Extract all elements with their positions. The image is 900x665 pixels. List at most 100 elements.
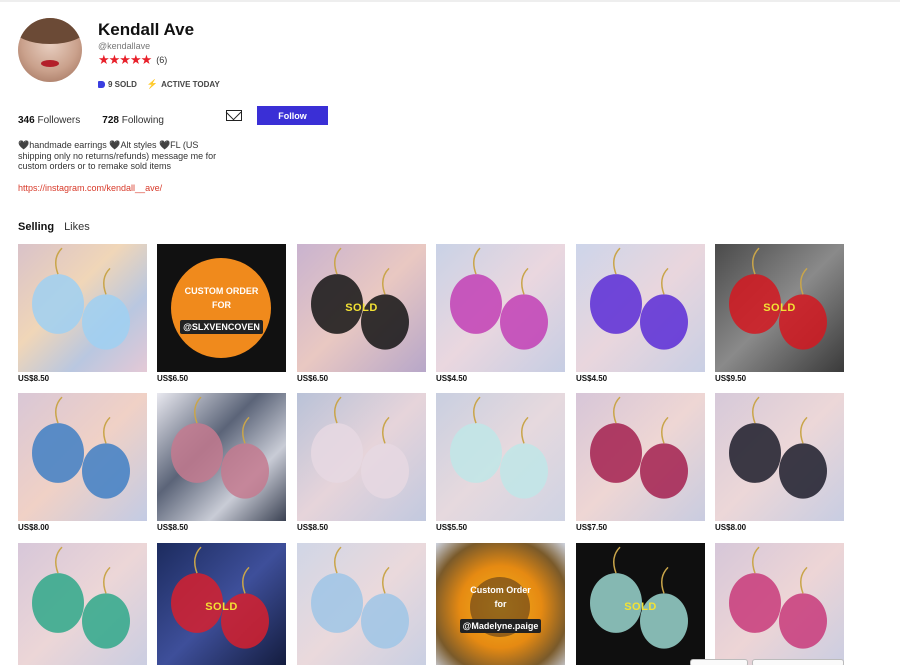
earring-hook xyxy=(752,396,760,424)
product-card[interactable] xyxy=(18,543,147,665)
product-card[interactable]: US$8.50 xyxy=(297,393,426,532)
earring-hook xyxy=(752,247,760,275)
follow-button[interactable]: Follow xyxy=(257,106,328,125)
earring-shape xyxy=(640,443,688,499)
product-image[interactable] xyxy=(18,543,147,665)
custom-order-line1: CUSTOM ORDER xyxy=(184,286,259,296)
avatar[interactable] xyxy=(18,18,82,82)
earring-hook xyxy=(800,267,808,295)
earring-hook xyxy=(194,546,202,574)
product-price: US$8.00 xyxy=(18,523,50,532)
product-image[interactable]: SOLD xyxy=(715,244,844,372)
sold-overlay: SOLD xyxy=(624,601,657,613)
earring-graphic xyxy=(590,396,688,499)
earring-hook xyxy=(473,396,481,424)
earring-hook xyxy=(800,566,808,594)
product-card[interactable]: US$8.50 xyxy=(157,393,286,532)
bottom-button-left[interactable] xyxy=(690,659,748,665)
earring-hook xyxy=(613,396,621,424)
earring-hook xyxy=(752,546,760,574)
bottom-button-right[interactable] xyxy=(752,659,844,665)
earring-hook xyxy=(103,416,111,444)
earring-hook xyxy=(521,267,529,295)
earring-shape xyxy=(32,423,84,483)
earring-hook xyxy=(613,546,621,574)
earring-hook xyxy=(242,566,250,594)
product-image[interactable] xyxy=(18,244,147,372)
product-image[interactable]: SOLD xyxy=(297,244,426,372)
earring-shape xyxy=(311,573,363,633)
followers-link[interactable]: 346 Followers xyxy=(18,115,80,126)
product-card[interactable] xyxy=(297,543,426,665)
message-icon[interactable] xyxy=(226,110,242,121)
earring-hook xyxy=(103,566,111,594)
earring-hook xyxy=(800,416,808,444)
product-image[interactable] xyxy=(715,393,844,521)
custom-order-handle: @Madelyne.paige xyxy=(459,619,542,633)
product-card[interactable]: US$4.50 xyxy=(436,244,565,383)
sold-badge: 9 SOLD xyxy=(98,79,137,90)
product-image[interactable]: CUSTOM ORDER FOR @SLXVENCOVEN xyxy=(157,244,286,372)
product-card[interactable]: US$8.50 xyxy=(18,244,147,383)
product-card[interactable] xyxy=(715,543,844,665)
product-image[interactable] xyxy=(157,393,286,521)
earring-shape xyxy=(82,593,130,649)
product-card[interactable]: SOLD US$9.50 xyxy=(715,244,844,383)
product-image[interactable] xyxy=(297,393,426,521)
earring-shape xyxy=(500,294,548,350)
product-card[interactable]: US$7.50 xyxy=(576,393,705,532)
product-card[interactable]: SOLD xyxy=(157,543,286,665)
product-image[interactable]: Custom Order for @Madelyne.paige xyxy=(436,543,565,665)
custom-order-line1: Custom Order xyxy=(470,585,531,595)
earring-shape xyxy=(32,274,84,334)
product-card[interactable]: SOLD xyxy=(576,543,705,665)
profile-badges: 9 SOLD ⚡ ACTIVE TODAY xyxy=(98,79,220,90)
earring-shape xyxy=(729,573,781,633)
product-card[interactable]: US$4.50 xyxy=(576,244,705,383)
profile-bio: 🖤handmade earrings 🖤Alt styles 🖤FL (US s… xyxy=(18,140,217,171)
product-image[interactable]: SOLD xyxy=(157,543,286,665)
earring-graphic xyxy=(32,247,130,350)
product-price: US$9.50 xyxy=(715,374,747,383)
product-card[interactable]: US$5.50 xyxy=(436,393,565,532)
product-card[interactable]: US$8.00 xyxy=(715,393,844,532)
product-card[interactable]: CUSTOM ORDER FOR @SLXVENCOVEN US$6.50 xyxy=(157,244,286,383)
earring-hook xyxy=(334,546,342,574)
active-badge: ⚡ ACTIVE TODAY xyxy=(147,79,220,90)
instagram-link[interactable]: https://instagram.com/kendall__ave/ xyxy=(18,183,162,193)
rating[interactable]: ★★★★★ (6) xyxy=(98,53,167,66)
product-card[interactable]: Custom Order for @Madelyne.paige xyxy=(436,543,565,665)
earring-hook xyxy=(55,396,63,424)
product-image[interactable] xyxy=(436,393,565,521)
earring-shape xyxy=(450,274,502,334)
product-price: US$4.50 xyxy=(576,374,608,383)
earring-graphic xyxy=(171,396,269,499)
product-card[interactable]: SOLD US$6.50 xyxy=(297,244,426,383)
product-price: US$6.50 xyxy=(297,374,329,383)
product-image[interactable]: SOLD xyxy=(576,543,705,665)
product-image[interactable] xyxy=(715,543,844,665)
earring-shape xyxy=(82,443,130,499)
product-image[interactable] xyxy=(436,244,565,372)
lightning-icon: ⚡ xyxy=(146,79,159,89)
product-image[interactable] xyxy=(576,393,705,521)
tab-likes[interactable]: Likes xyxy=(64,221,90,233)
earring-graphic xyxy=(729,396,827,499)
tab-selling[interactable]: Selling xyxy=(18,221,54,233)
custom-order-line2: for xyxy=(494,599,507,609)
sold-count: 9 SOLD xyxy=(108,80,137,89)
earring-graphic xyxy=(311,546,409,649)
earring-shape xyxy=(32,573,84,633)
profile-handle: @kendallave xyxy=(98,41,151,51)
product-image[interactable] xyxy=(297,543,426,665)
avatar-lips xyxy=(41,60,59,67)
earring-hook xyxy=(103,267,111,295)
product-image[interactable] xyxy=(576,244,705,372)
product-price: US$6.50 xyxy=(157,374,189,383)
product-card[interactable]: US$8.00 xyxy=(18,393,147,532)
product-image[interactable] xyxy=(18,393,147,521)
sold-overlay: SOLD xyxy=(763,302,796,314)
follow-stats: 346 Followers 728 Following xyxy=(18,115,164,126)
earring-graphic xyxy=(729,546,827,649)
following-link[interactable]: 728 Following xyxy=(102,115,164,126)
